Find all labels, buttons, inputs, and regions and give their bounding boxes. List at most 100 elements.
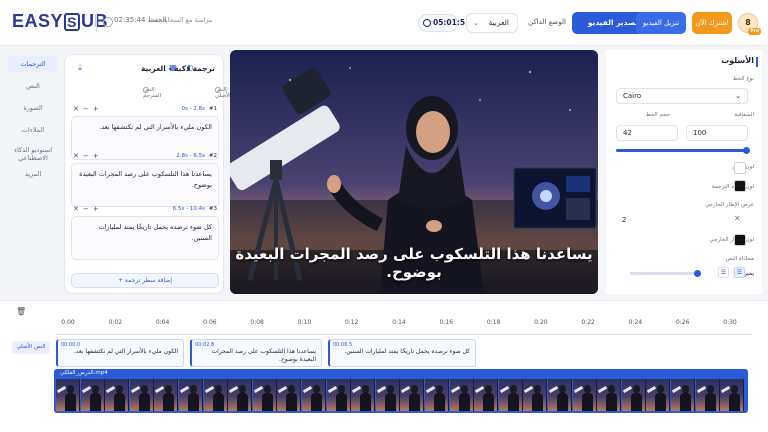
- video-thumbnail: [326, 379, 351, 411]
- chevron-down-icon: ⌄: [735, 92, 741, 100]
- style-title-accent: [756, 57, 758, 67]
- cue-time: 6.5s - 10.4s: [172, 206, 205, 212]
- cue-index: #3: [208, 206, 217, 212]
- opacity-slider[interactable]: [616, 149, 746, 152]
- timeline-tick-label: 0:12: [344, 319, 359, 326]
- download-icon[interactable]: ⤓: [75, 63, 85, 73]
- bg-color-swatch[interactable]: [734, 180, 746, 192]
- user-avatar[interactable]: 8 Pro: [738, 13, 761, 35]
- video-thumbnail: [572, 379, 597, 411]
- duration-value: 05:01:51: [433, 18, 471, 27]
- timeline-tick-label: 0:00: [61, 319, 75, 326]
- video-thumbnail: [252, 379, 277, 411]
- pro-badge: Pro: [748, 28, 761, 35]
- close-icon[interactable]: ✕: [734, 214, 741, 223]
- video-track[interactable]: الدرس_الفلكي.mp4: [54, 369, 748, 413]
- nav-item-image[interactable]: الصورة: [8, 104, 58, 112]
- timeline-segment[interactable]: 00:02.8 يساعدنا هذا التلسكوب على رصد المج…: [190, 339, 322, 367]
- video-thumbnail: [449, 379, 474, 411]
- app-logo[interactable]: EASY S UB: [12, 11, 108, 32]
- add-subtitle-line-button[interactable]: + إضافة سطر ترجمة: [71, 273, 219, 288]
- timer-icon: [423, 19, 431, 27]
- trash-icon[interactable]: 🗑: [16, 307, 26, 316]
- video-preview[interactable]: يساعدنا هذا التلسكوب على رصد المجرات الب…: [230, 50, 598, 294]
- opacity-input[interactable]: 100: [686, 125, 748, 141]
- radio-icon: [215, 87, 221, 93]
- subtitle-panel-title: ترجمة ذكية - العربية: [141, 64, 215, 73]
- align-right-icon[interactable]: ☰: [734, 267, 745, 278]
- timeline-tick-label: 0:22: [581, 319, 595, 326]
- video-thumbnail: [695, 379, 720, 411]
- nav-item-overlays[interactable]: الملاءات: [8, 126, 58, 134]
- segment-text: يساعدنا هذا التلسكوب على رصد المجرات الب…: [211, 348, 316, 363]
- clock-icon: [103, 17, 113, 27]
- video-thumbnail: [425, 379, 449, 411]
- bg-color-label: لون خلفية الترجمة: [711, 184, 754, 190]
- align-left-icon[interactable]: ☰: [718, 267, 729, 278]
- nav-item-text[interactable]: النص: [8, 82, 58, 90]
- outline-color-label: لون الإطار الخارجي: [709, 237, 755, 243]
- nav-item-ai-studio[interactable]: استوديو الذكاء الاصطناعي: [8, 146, 58, 162]
- opacity-label: الشفافية: [734, 112, 754, 118]
- timeline-tick-label: 0:06: [203, 319, 217, 326]
- cue-toolbar[interactable]: ✕−+: [73, 205, 103, 213]
- font-select[interactable]: Cairo ⌄: [616, 88, 748, 104]
- timeline-ruler[interactable]: [56, 329, 752, 335]
- video-thumbnail: [154, 379, 179, 411]
- cue-toolbar[interactable]: ✕−+: [73, 105, 103, 113]
- font-size-label: حجم الخط: [645, 112, 670, 118]
- video-thumbnail: [56, 379, 80, 411]
- video-thumbnail: [80, 379, 105, 411]
- timeline-tick-label: 0:14: [392, 319, 406, 326]
- header-divider: [96, 14, 97, 32]
- video-thumbnail: [203, 379, 228, 411]
- nav-item-subtitles[interactable]: الترجمات: [8, 56, 58, 72]
- video-thumbnail: [671, 379, 695, 411]
- video-thumbnail: [129, 379, 154, 411]
- left-navigation: الترجمات النص الصورة الملاءات استوديو ال…: [8, 54, 58, 292]
- dark-mode-toggle[interactable]: الوضع الداكن: [528, 18, 566, 26]
- cue-header: ✕−+ 6.5s - 10.4s #3: [71, 205, 219, 215]
- cue-text-input[interactable]: يساعدنا هذا التلسكوب على رصد المجرات الب…: [71, 163, 219, 207]
- timeline-tick-label: 0:02: [108, 319, 123, 326]
- outline-width-input[interactable]: 2: [616, 213, 656, 229]
- language-select[interactable]: ⌄ العربية: [466, 13, 518, 33]
- segment-text: الكون مليء بالأسرار التي لم نكتشفها بعد.: [73, 348, 178, 355]
- cue-time: 0s - 2.8s: [181, 106, 205, 112]
- alignment-slider-track[interactable]: [630, 272, 700, 275]
- video-thumbnail: [548, 379, 572, 411]
- segment-text: كل ضوء نرصده يحمل تاريخًا يمتد لمليارات …: [344, 348, 470, 355]
- subscribe-button[interactable]: اشترك الآن: [692, 12, 732, 34]
- nav-item-more[interactable]: المزيد: [8, 170, 58, 178]
- video-thumbnail: [351, 379, 376, 411]
- font-size-input[interactable]: 42: [616, 125, 678, 141]
- cue-text-input[interactable]: كل ضوء نرصده يحمل تاريخًا يمتد لمليارات …: [71, 216, 219, 260]
- cue-toolbar[interactable]: ✕−+: [73, 152, 103, 160]
- monitor-graphic: [513, 167, 597, 229]
- video-track-title: الدرس_الفلكي.mp4: [60, 370, 108, 376]
- alignment-label: محاذاة النص: [725, 256, 754, 262]
- cue-time: 2.8s - 6.5s: [176, 153, 205, 159]
- text-color-swatch[interactable]: [734, 162, 746, 174]
- video-thumbnail: [179, 379, 203, 411]
- cue-index: #2: [208, 153, 217, 159]
- outline-color-swatch[interactable]: [734, 234, 746, 246]
- timeline-tick-label: 0:10: [297, 319, 312, 326]
- video-subtitle-overlay: يساعدنا هذا التلسكوب على رصد المجرات الب…: [235, 245, 593, 281]
- opacity-slider-handle[interactable]: [743, 147, 750, 154]
- video-thumbnails: [56, 379, 746, 411]
- app-root: EASY S UB 02:35:44 الحفظ مزامنة مع السحابة…: [0, 0, 768, 432]
- timeline-segment[interactable]: 00:06.5 كل ضوء نرصده يحمل تاريخًا يمتد لم…: [328, 339, 476, 367]
- alignment-slider-handle[interactable]: [694, 270, 701, 277]
- download-video-button[interactable]: تنزيل الفيديو: [636, 12, 686, 34]
- timeline-tick-label: 0:04: [155, 319, 170, 326]
- timeline-segment[interactable]: 00:00.0 الكون مليء بالأسرار التي لم نكتشف…: [56, 339, 184, 367]
- outline-width-label: عرض الإطار الخارجي: [705, 202, 754, 208]
- duration-display: 05:01:51: [418, 14, 470, 32]
- avatar-initial: 8: [745, 18, 751, 27]
- autosave-status: مزامنة مع السحابة بعد: [152, 16, 213, 24]
- cue-header: ✕−+ 0s - 2.8s #1: [71, 105, 219, 115]
- video-thumbnail: [277, 379, 302, 411]
- timeline-tick-label: 0:24: [628, 319, 643, 326]
- radio-icon: [143, 87, 149, 93]
